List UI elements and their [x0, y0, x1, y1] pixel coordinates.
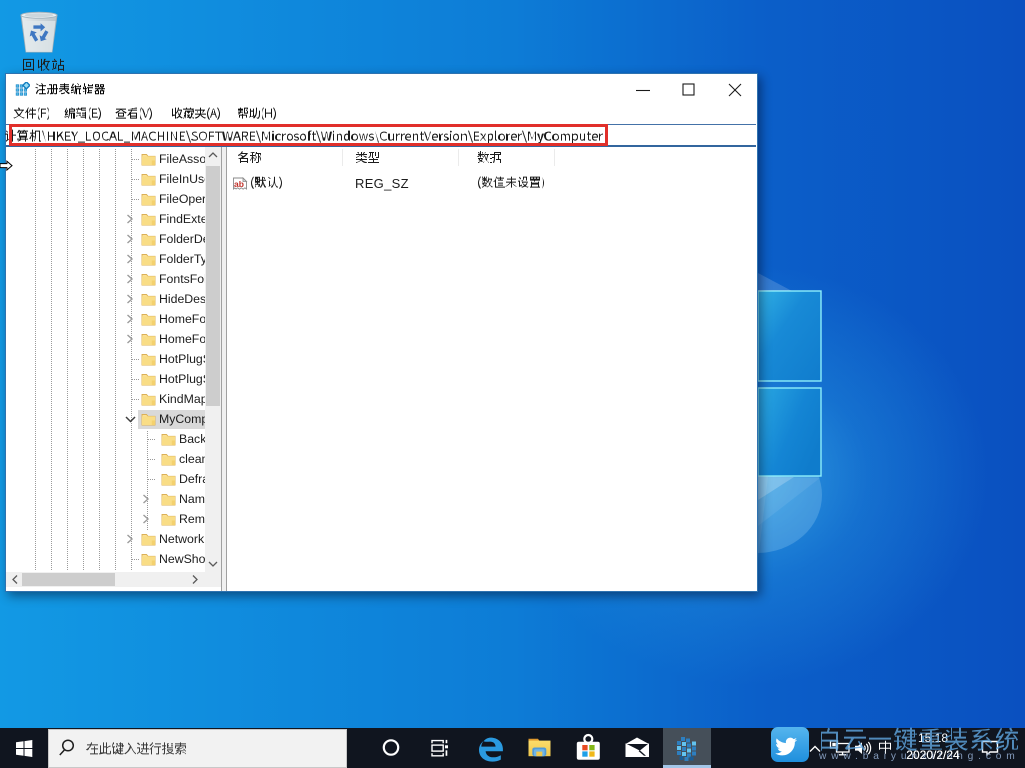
- svg-text:ab: ab: [234, 179, 244, 189]
